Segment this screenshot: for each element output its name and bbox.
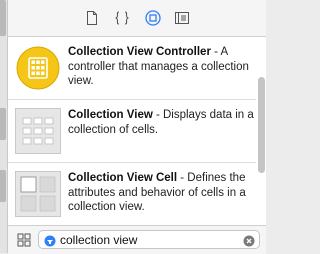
collection-view-cell-icon <box>15 171 61 217</box>
grid-view-icon[interactable] <box>17 233 31 247</box>
adjacent-panel-edge <box>0 0 8 253</box>
library-item-collection-view[interactable]: Collection View - Displays data in a col… <box>8 100 256 163</box>
file-icon[interactable] <box>84 10 100 26</box>
library-item-title: Collection View Cell <box>68 172 178 184</box>
library-item-description: Collection View Controller - A controlle… <box>68 45 254 89</box>
library-filter-bar <box>8 225 266 254</box>
utilities-panel: Collection View Controller - A controlle… <box>8 0 266 254</box>
filter-icon <box>44 234 56 247</box>
library-item-description: Collection View - Displays data in a col… <box>68 108 254 137</box>
search-input[interactable] <box>60 231 230 248</box>
library-item-description: Collection View Cell - Defines the attri… <box>68 171 254 215</box>
braces-icon[interactable] <box>114 10 130 26</box>
library-item-title: Collection View Controller <box>68 46 211 58</box>
library-tab-bar <box>8 0 266 37</box>
library-item-collection-view-controller[interactable]: Collection View Controller - A controlle… <box>8 37 256 100</box>
library-search-field[interactable] <box>38 230 260 249</box>
object-library-list[interactable]: Collection View Controller - A controlle… <box>8 37 266 225</box>
collection-view-controller-icon <box>15 45 61 91</box>
library-scrollbar[interactable] <box>258 77 265 173</box>
library-item-title: Collection View <box>68 109 153 121</box>
object-library-icon[interactable] <box>145 10 161 26</box>
media-library-icon[interactable] <box>174 10 190 26</box>
library-item-collection-view-cell[interactable]: Collection View Cell - Defines the attri… <box>8 163 256 225</box>
collection-view-icon <box>15 108 61 154</box>
clear-search-icon[interactable] <box>243 234 255 247</box>
